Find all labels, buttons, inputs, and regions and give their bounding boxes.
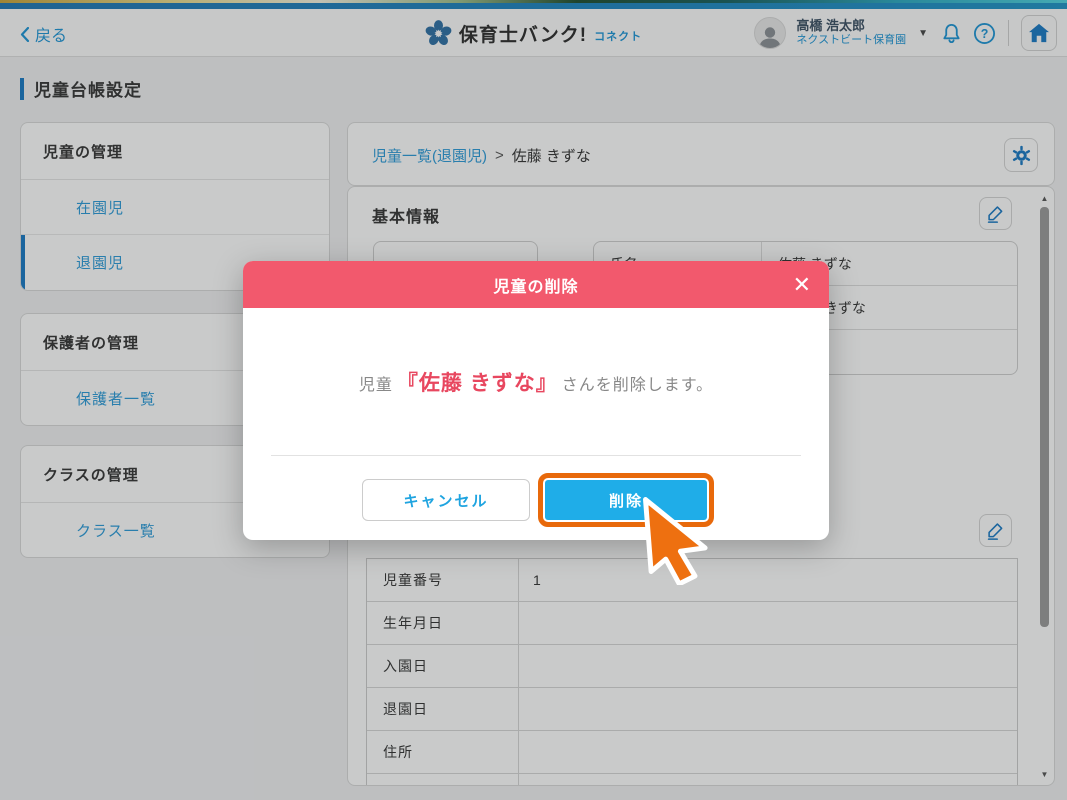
modal-divider: [271, 455, 801, 456]
annotation-highlight-ring: 削除: [538, 473, 714, 527]
message-child-name: 『佐藤 きずな』: [397, 372, 558, 395]
message-suffix: さんを削除します。: [562, 377, 713, 394]
modal-title: 児童の削除: [493, 273, 578, 297]
modal-body: 児童『佐藤 きずな』さんを削除します。: [243, 308, 829, 455]
delete-child-modal: 児童の削除 ✕ 児童『佐藤 きずな』さんを削除します。 キャンセル 削除: [243, 261, 829, 540]
modal-header: 児童の削除 ✕: [243, 261, 829, 308]
cancel-button[interactable]: キャンセル: [362, 479, 530, 521]
app-root: 戻る 保育士バンク! コネクト: [0, 0, 1067, 800]
close-icon[interactable]: ✕: [793, 261, 811, 308]
message-prefix: 児童: [359, 377, 393, 394]
delete-button[interactable]: 削除: [545, 480, 707, 520]
delete-message: 児童『佐藤 きずな』さんを削除します。: [359, 367, 713, 397]
